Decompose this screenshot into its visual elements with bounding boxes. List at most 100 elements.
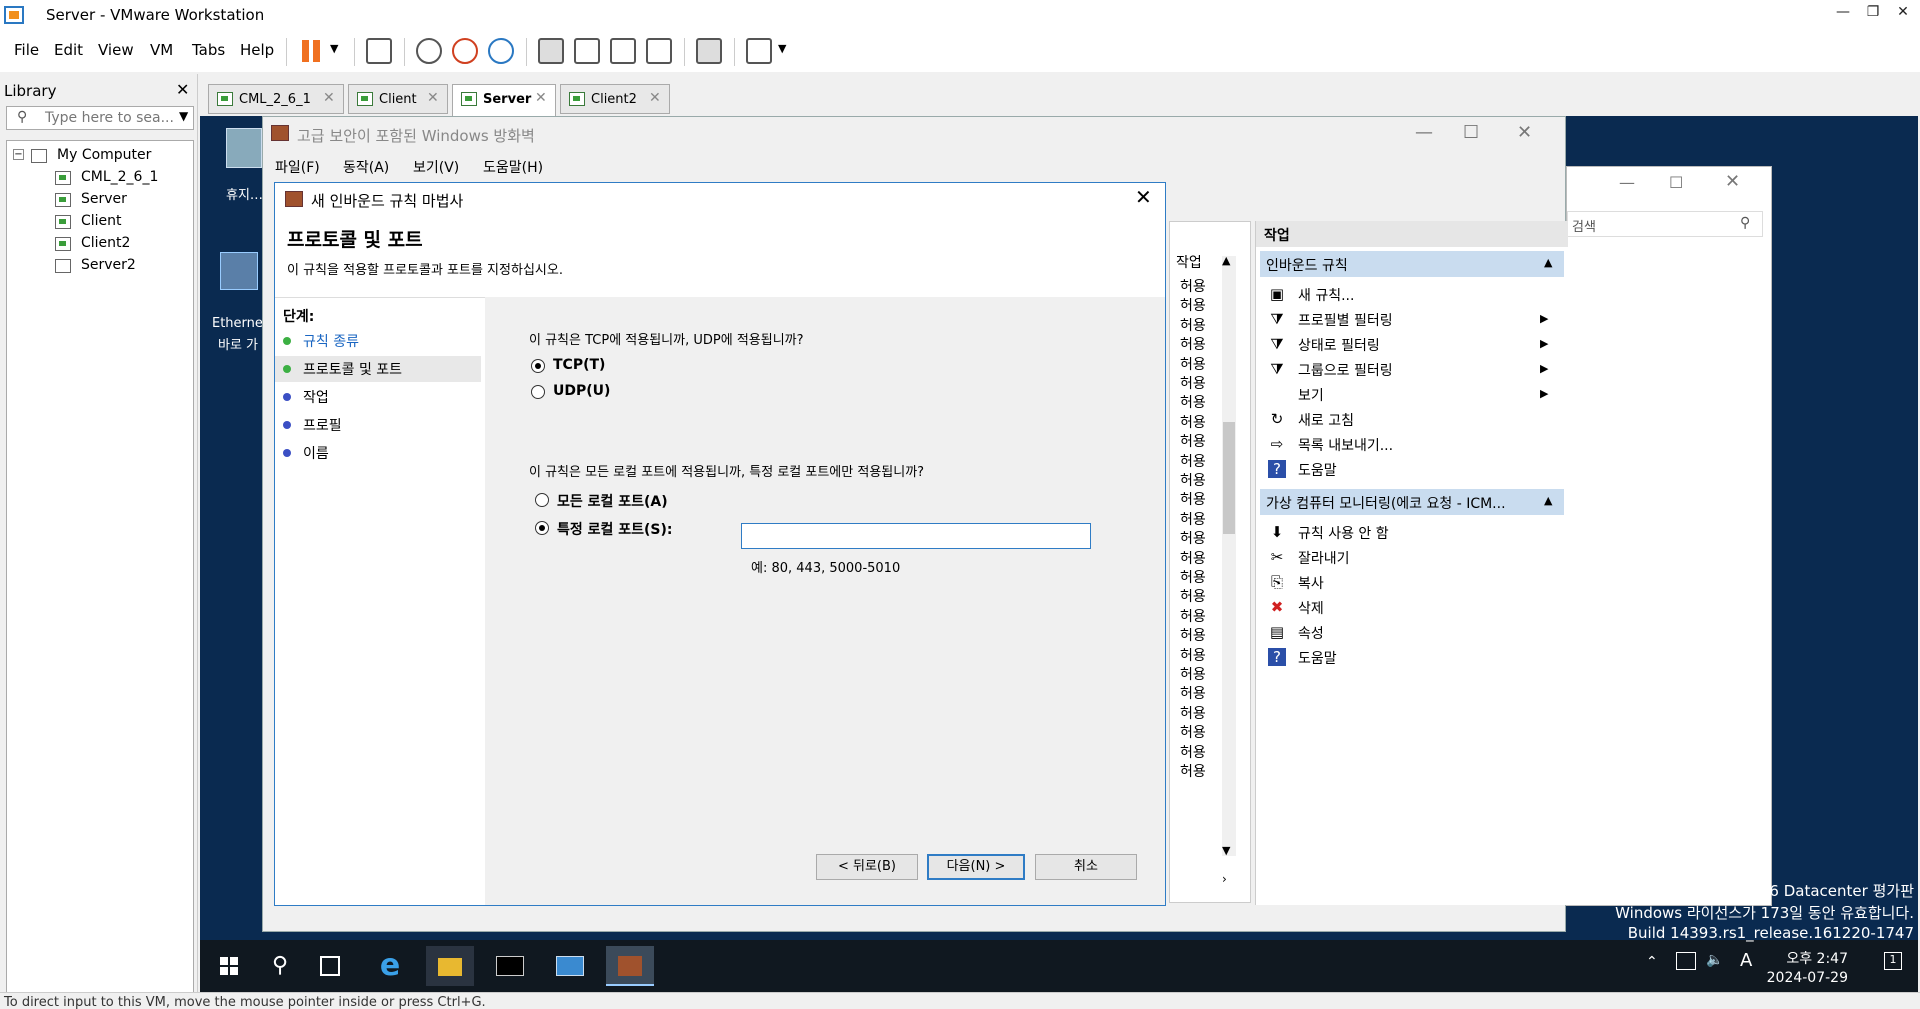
recycle-bin-icon[interactable] xyxy=(226,128,262,168)
udp-radio[interactable] xyxy=(531,385,545,399)
specific-ports-radio[interactable] xyxy=(535,521,549,535)
pause-dropdown-icon[interactable]: ▼ xyxy=(330,42,338,55)
menu-help[interactable]: 도움말(H) xyxy=(483,157,543,177)
menu-view[interactable]: 보기(V) xyxy=(413,157,459,177)
menu-file[interactable]: File xyxy=(14,41,39,59)
console-view-icon[interactable] xyxy=(696,38,722,64)
search-dropdown-icon[interactable]: ▼ xyxy=(179,109,188,123)
tcp-label[interactable]: TCP(T) xyxy=(553,357,605,373)
menu-tabs[interactable]: Tabs xyxy=(192,41,225,59)
rule-action-cell[interactable]: 허용 xyxy=(1180,276,1206,296)
network-shortcut-icon[interactable] xyxy=(220,252,258,290)
menu-help[interactable]: Help xyxy=(240,41,274,59)
maximize-button[interactable]: ☐ xyxy=(1669,173,1683,192)
command-prompt-icon[interactable] xyxy=(486,946,534,986)
action-item[interactable]: 도움말 xyxy=(1298,648,1337,668)
rule-action-cell[interactable]: 허용 xyxy=(1180,645,1206,665)
close-button[interactable]: ✕ xyxy=(1725,171,1740,192)
minimize-button[interactable]: — xyxy=(1415,122,1433,143)
actions-section-header[interactable]: 인바운드 규칙 ▲ xyxy=(1260,251,1564,277)
tab-client2[interactable]: Client2 ✕ xyxy=(560,84,670,114)
action-item[interactable]: 잘라내기 xyxy=(1298,548,1350,568)
tray-expand-icon[interactable]: ⌃ xyxy=(1646,954,1658,970)
fullscreen-icon[interactable] xyxy=(610,38,636,64)
search-input[interactable]: 검색 ⚲ xyxy=(1567,211,1763,237)
tcp-radio[interactable] xyxy=(531,359,545,373)
tray-date[interactable]: 2024-07-29 xyxy=(1756,970,1848,986)
library-close-icon[interactable]: ✕ xyxy=(176,80,189,99)
revert-snapshot-icon[interactable] xyxy=(452,38,478,64)
tab-cml[interactable]: CML_2_6_1 ✕ xyxy=(208,84,344,114)
stretch-guest-icon[interactable] xyxy=(746,38,772,64)
tab-close-icon[interactable]: ✕ xyxy=(427,90,439,106)
scroll-up-icon[interactable]: ▲ xyxy=(1222,254,1230,267)
collapse-section-icon[interactable]: ▲ xyxy=(1544,494,1552,507)
action-item[interactable]: 새로 고침 xyxy=(1298,410,1354,430)
tab-close-icon[interactable]: ✕ xyxy=(649,90,661,106)
tab-client[interactable]: Client ✕ xyxy=(348,84,448,114)
action-item[interactable]: 속성 xyxy=(1298,623,1324,643)
action-item[interactable]: 삭제 xyxy=(1298,598,1324,618)
show-library-icon[interactable] xyxy=(538,38,564,64)
menu-edit[interactable]: Edit xyxy=(54,41,83,59)
close-button[interactable]: ✕ xyxy=(1888,4,1918,20)
task-view-icon[interactable] xyxy=(306,946,354,986)
notification-icon[interactable]: 1 xyxy=(1884,952,1902,970)
network-tray-icon[interactable] xyxy=(1676,952,1696,970)
menu-view[interactable]: View xyxy=(98,41,134,59)
rule-action-cell[interactable]: 허용 xyxy=(1180,373,1206,393)
all-ports-radio[interactable] xyxy=(535,493,549,507)
volume-muted-icon[interactable]: 🔈 xyxy=(1706,952,1723,968)
input-method-icon[interactable]: A xyxy=(1740,950,1752,971)
pause-icon[interactable] xyxy=(302,40,309,62)
tab-server[interactable]: Server ✕ xyxy=(452,84,556,116)
minimize-button[interactable]: — xyxy=(1619,173,1635,192)
tab-close-icon[interactable]: ✕ xyxy=(535,90,547,106)
server-manager-icon[interactable] xyxy=(546,946,594,986)
scroll-right-icon[interactable]: › xyxy=(1222,872,1227,886)
action-item[interactable]: 상태로 필터링 xyxy=(1298,335,1380,355)
action-item[interactable]: 규칙 사용 안 함 xyxy=(1298,523,1389,543)
rule-action-cell[interactable]: 허용 xyxy=(1180,567,1206,587)
rule-action-cell[interactable]: 허용 xyxy=(1180,509,1206,529)
snapshot-manager-icon[interactable] xyxy=(488,38,514,64)
action-item[interactable]: 목록 내보내기... xyxy=(1298,435,1393,455)
restore-button[interactable]: ❐ xyxy=(1858,4,1888,20)
rules-scrollbar[interactable] xyxy=(1222,256,1236,856)
rule-action-cell[interactable]: 허용 xyxy=(1180,354,1206,374)
rule-action-cell[interactable]: 허용 xyxy=(1180,625,1206,645)
thumbnail-bar-icon[interactable] xyxy=(574,38,600,64)
internet-explorer-icon[interactable]: e xyxy=(366,946,414,986)
rule-action-cell[interactable]: 허용 xyxy=(1180,683,1206,703)
snapshot-icon[interactable] xyxy=(416,38,442,64)
action-item[interactable]: 도움말 xyxy=(1298,460,1337,480)
udp-label[interactable]: UDP(U) xyxy=(553,383,610,399)
actions-section-header[interactable]: 가상 컴퓨터 모니터링(에코 요청 - ICM... ▲ xyxy=(1260,489,1564,515)
collapse-icon[interactable]: − xyxy=(13,149,24,160)
rule-action-cell[interactable]: 허용 xyxy=(1180,489,1206,509)
file-explorer-icon[interactable] xyxy=(426,946,474,986)
tray-time[interactable]: 오후 2:47 xyxy=(1768,948,1848,968)
send-ctrl-alt-del-icon[interactable] xyxy=(366,38,392,64)
close-button[interactable]: ✕ xyxy=(1517,122,1532,143)
rule-action-cell[interactable]: 허용 xyxy=(1180,664,1206,684)
rule-action-cell[interactable]: 허용 xyxy=(1180,295,1206,315)
firewall-taskbar-icon[interactable] xyxy=(606,946,654,986)
rule-action-cell[interactable]: 허용 xyxy=(1180,470,1206,490)
tab-close-icon[interactable]: ✕ xyxy=(323,90,335,106)
step-protocol-ports[interactable]: 프로토콜 및 포트 xyxy=(275,356,481,382)
back-button[interactable]: < 뒤로(B) xyxy=(816,854,918,880)
action-item[interactable]: 그룹으로 필터링 xyxy=(1298,360,1393,380)
rule-action-cell[interactable]: 허용 xyxy=(1180,431,1206,451)
rule-action-cell[interactable]: 허용 xyxy=(1180,334,1206,354)
rule-action-cell[interactable]: 허용 xyxy=(1180,412,1206,432)
rule-action-cell[interactable]: 허용 xyxy=(1180,586,1206,606)
all-ports-label[interactable]: 모든 로컬 포트(A) xyxy=(557,491,668,511)
action-item[interactable]: 보기 xyxy=(1298,385,1324,405)
rule-action-cell[interactable]: 허용 xyxy=(1180,451,1206,471)
step-rule-type[interactable]: 규칙 종류 xyxy=(275,328,481,354)
rule-action-cell[interactable]: 허용 xyxy=(1180,528,1206,548)
menu-file[interactable]: 파일(F) xyxy=(275,157,320,177)
action-item[interactable]: 새 규칙... xyxy=(1298,285,1354,305)
library-search-input[interactable]: ⚲ Type here to sea... ▼ xyxy=(6,106,194,130)
